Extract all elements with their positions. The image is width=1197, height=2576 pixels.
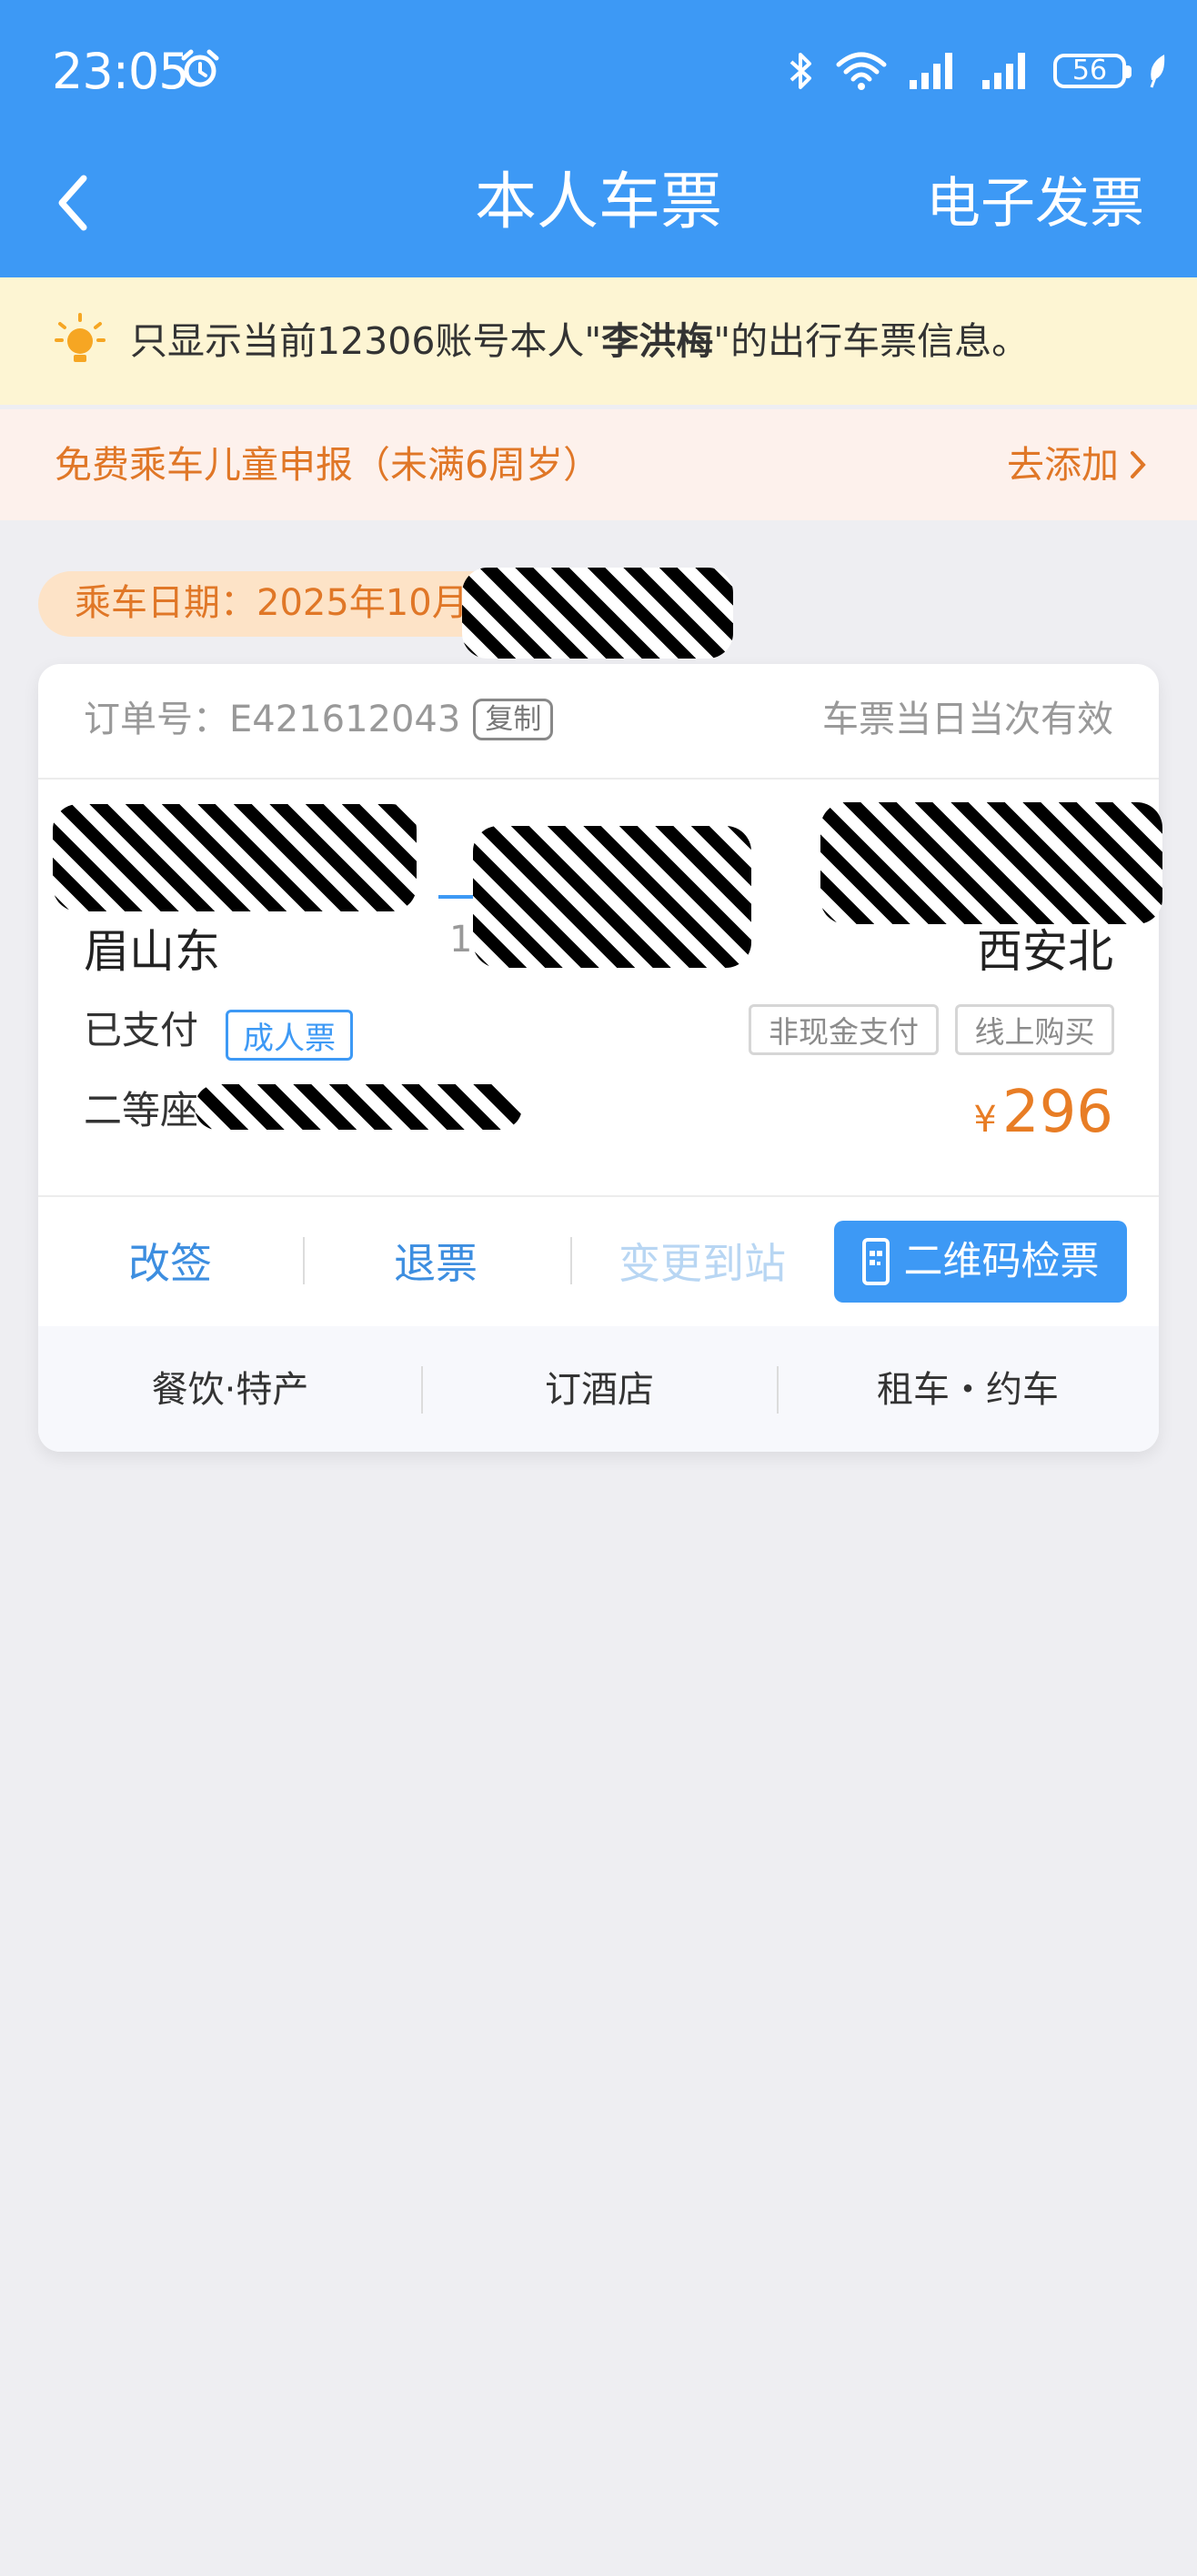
ticket-price: ¥ 296 — [973, 1072, 1113, 1161]
status-time: 23:05 — [52, 43, 190, 100]
alarm-icon — [181, 49, 219, 87]
lightbulb-icon — [55, 313, 106, 362]
change-ticket-button[interactable]: 改签 — [38, 1223, 302, 1304]
validity-note: 车票当日当次有效 — [822, 699, 1113, 740]
redaction — [473, 826, 751, 968]
status-icons: 56 — [788, 44, 1170, 98]
redaction — [462, 568, 733, 659]
signal-icon — [982, 53, 1025, 89]
refund-button[interactable]: 退票 — [302, 1223, 569, 1304]
arrival-station: 西安北 — [977, 925, 1113, 978]
non-cash-tag: 非现金支付 — [749, 1004, 939, 1055]
battery-level: 56 — [1071, 55, 1108, 86]
wifi-icon — [836, 52, 887, 90]
header: 23:05 56 本人车票 电子发票 — [0, 0, 1197, 277]
e-invoice-button[interactable]: 电子发票 — [926, 164, 1144, 244]
redaction — [820, 802, 1162, 924]
child-declaration-text: 免费乘车儿童申报（未满6周岁） — [55, 443, 601, 487]
redaction — [195, 1084, 522, 1130]
phone-qr-icon — [861, 1238, 890, 1285]
qr-check-in-label: 二维码检票 — [903, 1239, 1100, 1284]
food-specialty-link[interactable]: 餐饮·特产 — [38, 1361, 422, 1419]
car-rental-link[interactable]: 租车・约车 — [777, 1361, 1159, 1419]
order-row: 订单号： E421612043 复制 — [84, 691, 554, 748]
signal-icon — [910, 53, 952, 89]
price-value: 296 — [1001, 1079, 1113, 1146]
travel-date: 乘车日期：2025年10月2 — [75, 582, 492, 624]
bluetooth-icon — [790, 53, 811, 89]
notice-text: 只显示当前12306账号本人"李洪梅"的出行车票信息。 — [130, 314, 1029, 368]
order-label: 订单号： — [84, 699, 229, 740]
qr-check-in-button[interactable]: 二维码检票 — [834, 1221, 1127, 1303]
battery-icon: 56 — [1053, 54, 1132, 88]
copy-button[interactable]: 复制 — [473, 699, 554, 740]
divider — [38, 778, 1159, 780]
change-destination-button[interactable]: 变更到站 — [569, 1223, 835, 1304]
notice-prefix: 只显示当前12306账号本人" — [130, 319, 602, 363]
seat-class: 二等座 — [84, 1088, 199, 1132]
ticket-type-badge: 成人票 — [226, 1010, 353, 1061]
order-number: E421612043 — [229, 699, 461, 740]
chevron-right-icon — [1131, 451, 1146, 478]
account-holder-name: 李洪梅 — [601, 319, 714, 363]
redaction — [53, 804, 417, 911]
add-child-label: 去添加 — [1007, 443, 1119, 487]
departure-station: 眉山东 — [84, 925, 220, 978]
online-purchase-tag: 线上购买 — [955, 1004, 1114, 1055]
currency-symbol: ¥ — [973, 1099, 997, 1141]
hotel-booking-link[interactable]: 订酒店 — [422, 1361, 777, 1419]
payment-status: 已支付 — [84, 1008, 199, 1052]
divider — [38, 1195, 1159, 1197]
add-child-button[interactable]: 去添加 — [1007, 437, 1146, 493]
leaf-icon — [1150, 55, 1165, 88]
notice-suffix: "的出行车票信息。 — [713, 319, 1030, 363]
